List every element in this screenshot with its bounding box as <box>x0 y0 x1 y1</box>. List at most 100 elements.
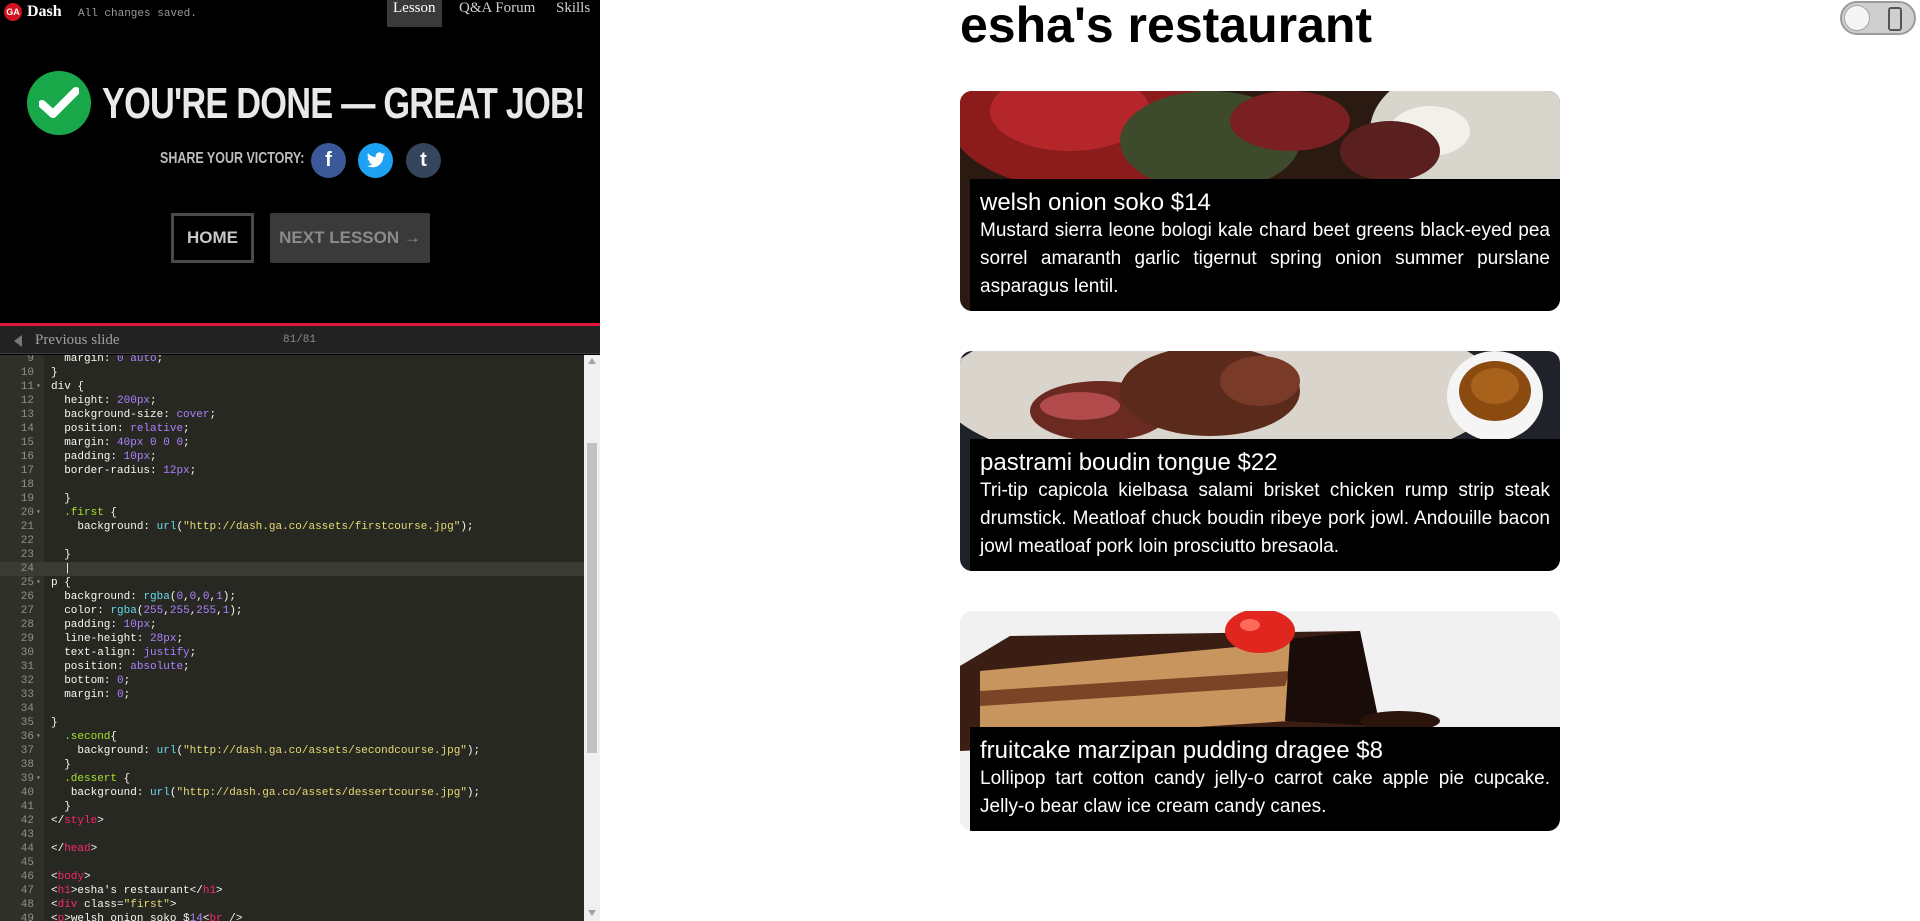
facebook-icon[interactable]: f <box>311 143 346 178</box>
code-line[interactable]: 25 ▾ p { <box>0 576 584 590</box>
line-code[interactable]: line-height: 28px; <box>51 632 183 646</box>
code-line[interactable]: 45 <box>0 856 584 870</box>
line-code[interactable]: background: url("http://dash.ga.co/asset… <box>51 786 480 800</box>
code-line[interactable]: 36 ▾ .second{ <box>0 730 584 744</box>
line-code[interactable]: margin: 40px 0 0 0; <box>51 436 190 450</box>
chevron-left-icon[interactable] <box>14 335 22 347</box>
code-line[interactable]: 32 bottom: 0; <box>0 674 584 688</box>
code-line[interactable]: 14 position: relative; <box>0 422 584 436</box>
previous-slide-link[interactable]: Previous slide <box>35 332 120 349</box>
code-line[interactable]: 19 } <box>0 492 584 506</box>
line-code[interactable]: } <box>51 716 58 730</box>
line-code[interactable]: border-radius: 12px; <box>51 464 196 478</box>
code-line[interactable]: 24 | <box>0 562 584 576</box>
line-code[interactable]: margin: 0 auto; <box>51 355 163 366</box>
code-line[interactable]: 42 </style> <box>0 814 584 828</box>
home-button[interactable]: HOME <box>171 213 254 263</box>
tab-qa-forum[interactable]: Q&A Forum <box>453 0 541 27</box>
line-code[interactable]: background: url("http://dash.ga.co/asset… <box>51 520 473 534</box>
fold-arrow-icon[interactable]: ▾ <box>36 380 41 394</box>
code-line[interactable]: 40 background: url("http://dash.ga.co/as… <box>0 786 584 800</box>
line-code[interactable]: <div class="first"> <box>51 898 176 912</box>
line-code[interactable]: text-align: justify; <box>51 646 196 660</box>
code-line[interactable]: 44 </head> <box>0 842 584 856</box>
line-code[interactable]: </head> <box>51 842 97 856</box>
code-line[interactable]: 41 } <box>0 800 584 814</box>
line-code[interactable]: } <box>51 758 71 772</box>
code-line[interactable]: 21 background: url("http://dash.ga.co/as… <box>0 520 584 534</box>
code-line[interactable]: 26 background: rgba(0,0,0,1); <box>0 590 584 604</box>
line-code[interactable]: margin: 0; <box>51 688 130 702</box>
code-line[interactable]: 43 <box>0 828 584 842</box>
code-line[interactable]: 39 ▾ .dessert { <box>0 772 584 786</box>
line-code[interactable]: </style> <box>51 814 104 828</box>
code-line[interactable]: 18 <box>0 478 584 492</box>
fold-arrow-icon[interactable]: ▾ <box>36 730 41 744</box>
code-line[interactable]: 38 } <box>0 758 584 772</box>
code-line[interactable]: 37 background: url("http://dash.ga.co/as… <box>0 744 584 758</box>
line-code[interactable]: .second{ <box>51 730 117 744</box>
code-line[interactable]: 29 line-height: 28px; <box>0 632 584 646</box>
line-code[interactable]: bottom: 0; <box>51 674 130 688</box>
code-line[interactable]: 33 margin: 0; <box>0 688 584 702</box>
code-line[interactable]: 46 <body> <box>0 870 584 884</box>
code-line[interactable]: 31 position: absolute; <box>0 660 584 674</box>
line-code[interactable]: padding: 10px; <box>51 450 156 464</box>
app-name[interactable]: Dash <box>27 3 62 21</box>
ga-logo[interactable]: GA <box>4 3 22 21</box>
toggle-knob[interactable] <box>1844 5 1870 31</box>
line-code[interactable]: <p>welsh onion soko $14<br /> <box>51 912 242 921</box>
line-code[interactable]: color: rgba(255,255,255,1); <box>51 604 242 618</box>
line-code[interactable]: position: absolute; <box>51 660 189 674</box>
line-code[interactable]: padding: 10px; <box>51 618 156 632</box>
code-line[interactable]: 28 padding: 10px; <box>0 618 584 632</box>
scroll-up-arrow-icon[interactable] <box>588 358 596 364</box>
code-line[interactable]: 27 color: rgba(255,255,255,1); <box>0 604 584 618</box>
line-code[interactable]: } <box>51 548 71 562</box>
line-code[interactable]: height: 200px; <box>51 394 156 408</box>
code-line[interactable]: 13 background-size: cover; <box>0 408 584 422</box>
line-code[interactable]: <h1>esha's restaurant</h1> <box>51 884 223 898</box>
code-line[interactable]: 11 ▾ div { <box>0 380 584 394</box>
line-code[interactable]: position: relative; <box>51 422 189 436</box>
scrollbar-thumb[interactable] <box>587 443 597 753</box>
fold-arrow-icon[interactable]: ▾ <box>36 772 41 786</box>
tumblr-icon[interactable]: t <box>406 143 441 178</box>
code-line[interactable]: 12 height: 200px; <box>0 394 584 408</box>
line-code[interactable]: background-size: cover; <box>51 408 216 422</box>
line-code[interactable]: } <box>51 492 71 506</box>
line-code[interactable]: p { <box>51 576 71 590</box>
tab-skills[interactable]: Skills <box>550 0 596 27</box>
code-line[interactable]: 49 <p>welsh onion soko $14<br /> <box>0 912 584 921</box>
code-line[interactable]: 48 <div class="first"> <box>0 898 584 912</box>
code-line[interactable]: 22 <box>0 534 584 548</box>
tab-lesson[interactable]: Lesson <box>387 0 442 27</box>
code-line[interactable]: 9 margin: 0 auto; <box>0 355 584 366</box>
code-editor[interactable]: 9 margin: 0 auto; 10} 11 ▾ div {12 height: 2… <box>0 355 600 921</box>
scroll-down-arrow-icon[interactable] <box>588 910 596 916</box>
line-code[interactable]: } <box>51 800 71 814</box>
code-line[interactable]: 16 padding: 10px; <box>0 450 584 464</box>
next-lesson-button[interactable]: NEXT LESSON → <box>270 213 430 263</box>
fold-arrow-icon[interactable]: ▾ <box>36 576 41 590</box>
code-line[interactable]: 23 } <box>0 548 584 562</box>
code-line[interactable]: 34 <box>0 702 584 716</box>
fold-arrow-icon[interactable]: ▾ <box>36 506 41 520</box>
code-line[interactable]: 10} <box>0 366 584 380</box>
line-code[interactable]: .dessert { <box>51 772 130 786</box>
line-code[interactable]: background: rgba(0,0,0,1); <box>51 590 236 604</box>
line-code[interactable]: div { <box>51 380 84 394</box>
code-line[interactable]: 47 <h1>esha's restaurant</h1> <box>0 884 584 898</box>
line-code[interactable]: } <box>51 366 58 380</box>
twitter-icon[interactable] <box>358 143 393 178</box>
code-lines[interactable]: 9 margin: 0 auto; 10} 11 ▾ div {12 height: 2… <box>0 355 584 921</box>
code-line[interactable]: 20 ▾ .first { <box>0 506 584 520</box>
code-line[interactable]: 15 margin: 40px 0 0 0; <box>0 436 584 450</box>
code-line[interactable]: 30 text-align: justify; <box>0 646 584 660</box>
line-code[interactable]: <body> <box>51 870 91 884</box>
line-code[interactable]: .first { <box>51 506 117 520</box>
code-line[interactable]: 17 border-radius: 12px; <box>0 464 584 478</box>
code-line[interactable]: 35} <box>0 716 584 730</box>
device-toggle[interactable] <box>1840 1 1916 35</box>
line-code[interactable]: background: url("http://dash.ga.co/asset… <box>51 744 480 758</box>
